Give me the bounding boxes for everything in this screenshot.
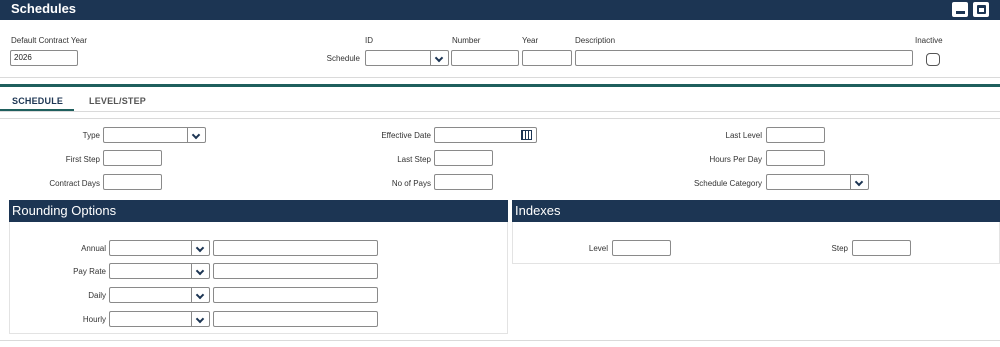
minimize-icon bbox=[956, 11, 965, 14]
last-step-input[interactable] bbox=[434, 150, 493, 166]
schedule-year-input[interactable] bbox=[522, 50, 572, 66]
default-contract-year-label: Default Contract Year bbox=[11, 36, 88, 45]
effective-date-label: Effective Date bbox=[381, 131, 431, 140]
chevron-down-icon bbox=[191, 264, 209, 278]
step-label: Step bbox=[831, 244, 848, 253]
calendar-icon[interactable] bbox=[518, 128, 536, 142]
chevron-down-icon bbox=[187, 128, 205, 142]
indexes-header: Indexes bbox=[512, 200, 1000, 222]
no-of-pays-input[interactable] bbox=[434, 174, 493, 190]
section-divider bbox=[0, 84, 1000, 87]
annual-rounding-select[interactable] bbox=[109, 240, 210, 256]
type-label: Type bbox=[82, 131, 100, 140]
hourly-label: Hourly bbox=[82, 315, 106, 324]
chevron-down-icon bbox=[850, 175, 868, 189]
inactive-label: Inactive bbox=[915, 36, 943, 45]
no-of-pays-label: No of Pays bbox=[391, 179, 431, 188]
chevron-down-icon bbox=[191, 312, 209, 326]
title-bar: Schedules bbox=[0, 0, 1000, 20]
schedule-category-select[interactable] bbox=[766, 174, 869, 190]
effective-date-input[interactable] bbox=[434, 127, 537, 143]
hours-per-day-input[interactable] bbox=[766, 150, 825, 166]
contract-days-input[interactable] bbox=[103, 174, 162, 190]
bottom-border bbox=[0, 340, 1000, 341]
description-label: Description bbox=[575, 36, 616, 45]
maximize-icon bbox=[977, 5, 986, 14]
first-step-input[interactable] bbox=[103, 150, 162, 166]
maximize-button[interactable] bbox=[972, 1, 990, 18]
minimize-button[interactable] bbox=[951, 1, 969, 18]
level-label: Level bbox=[588, 244, 608, 253]
pay-rate-rounding-select[interactable] bbox=[109, 263, 210, 279]
type-select[interactable] bbox=[103, 127, 206, 143]
hours-per-day-label: Hours Per Day bbox=[709, 155, 762, 164]
schedule-number-input[interactable] bbox=[451, 50, 519, 66]
inactive-checkbox[interactable] bbox=[926, 53, 940, 66]
tab-level-step[interactable]: LEVEL/STEP bbox=[89, 96, 146, 106]
contract-days-label: Contract Days bbox=[49, 179, 100, 188]
year-label: Year bbox=[522, 36, 539, 45]
pay-rate-rounding-input[interactable] bbox=[213, 263, 378, 279]
first-step-label: First Step bbox=[65, 155, 100, 164]
content-top-border bbox=[0, 118, 1000, 119]
divider bbox=[0, 77, 1000, 78]
default-contract-year-input[interactable]: 2026 bbox=[10, 50, 78, 66]
daily-rounding-select[interactable] bbox=[109, 287, 210, 303]
annual-label: Annual bbox=[81, 244, 106, 253]
last-step-label: Last Step bbox=[397, 155, 431, 164]
schedule-category-label: Schedule Category bbox=[693, 179, 762, 188]
step-input[interactable] bbox=[852, 240, 911, 256]
level-input[interactable] bbox=[612, 240, 671, 256]
description-input[interactable] bbox=[575, 50, 913, 66]
id-label: ID bbox=[365, 36, 373, 45]
hourly-rounding-select[interactable] bbox=[109, 311, 210, 327]
chevron-down-icon bbox=[191, 241, 209, 255]
hourly-rounding-input[interactable] bbox=[213, 311, 378, 327]
window-title: Schedules bbox=[11, 1, 77, 16]
last-level-input[interactable] bbox=[766, 127, 825, 143]
pay-rate-label: Pay Rate bbox=[73, 267, 106, 276]
tab-divider bbox=[0, 111, 1000, 112]
daily-rounding-input[interactable] bbox=[213, 287, 378, 303]
chevron-down-icon bbox=[191, 288, 209, 302]
schedule-id-select[interactable] bbox=[365, 50, 449, 66]
chevron-down-icon bbox=[430, 51, 448, 65]
annual-rounding-input[interactable] bbox=[213, 240, 378, 256]
number-label: Number bbox=[452, 36, 481, 45]
schedule-label: Schedule bbox=[326, 54, 360, 63]
daily-label: Daily bbox=[88, 291, 106, 300]
rounding-options-header: Rounding Options bbox=[9, 200, 508, 222]
tab-schedule[interactable]: SCHEDULE bbox=[12, 96, 63, 106]
last-level-label: Last Level bbox=[725, 131, 762, 140]
